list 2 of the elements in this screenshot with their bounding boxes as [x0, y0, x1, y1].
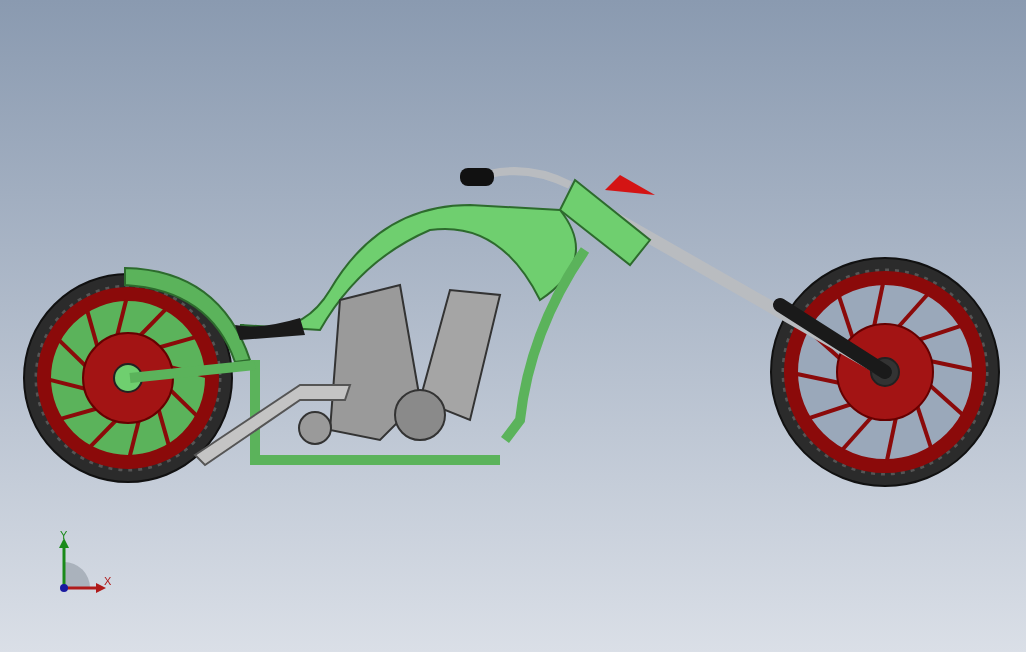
y-axis-label: Y — [60, 530, 68, 541]
x-axis-label: X — [104, 576, 112, 587]
